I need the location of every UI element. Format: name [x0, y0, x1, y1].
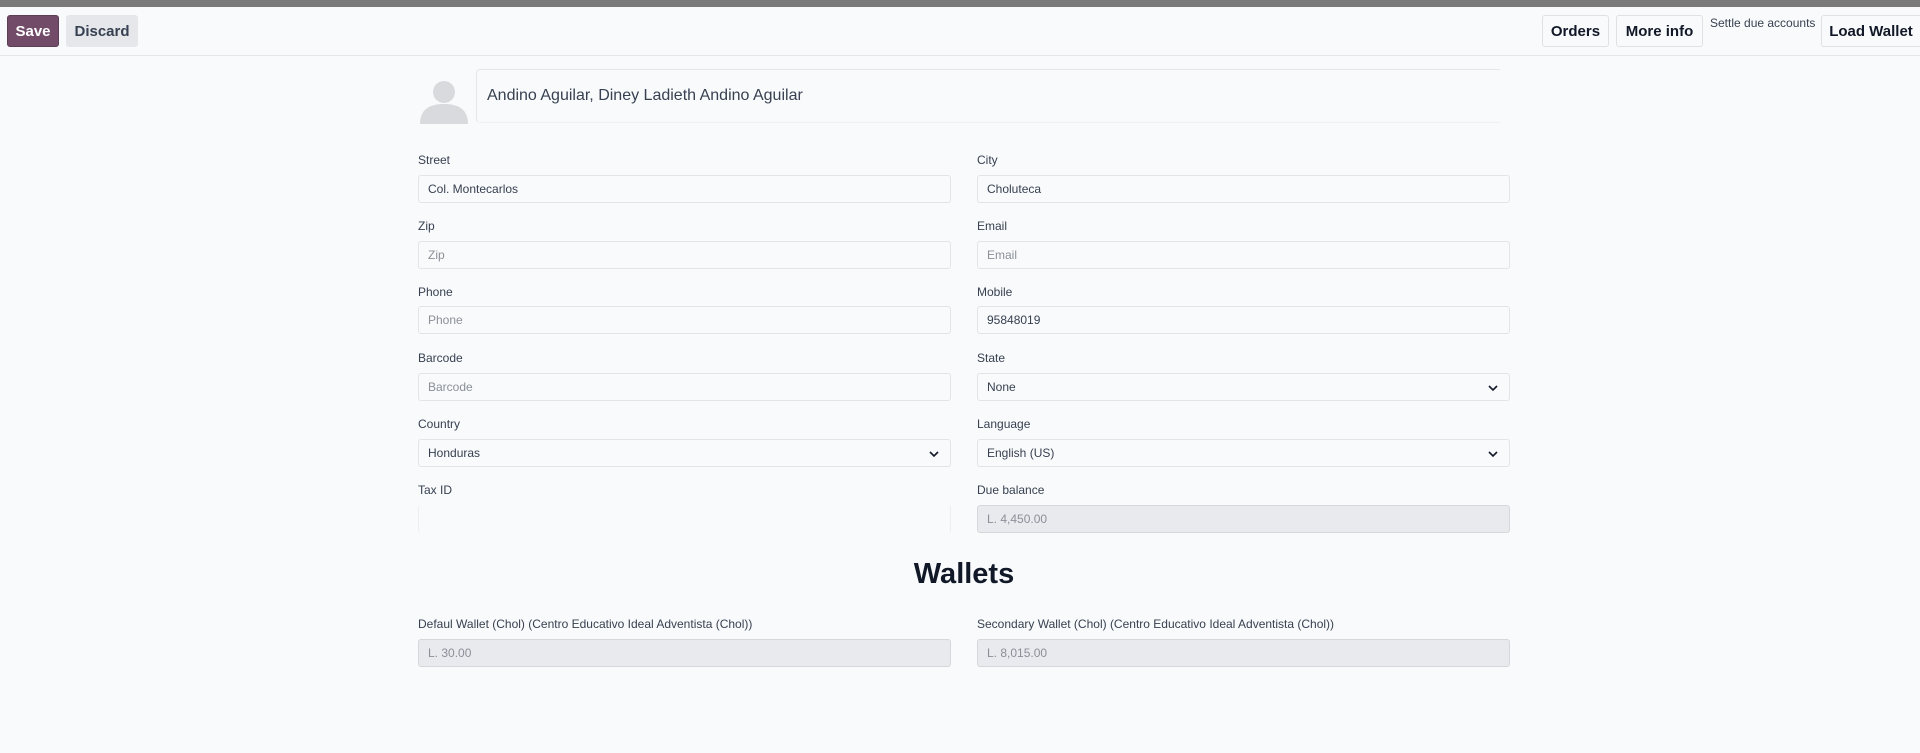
- zip-input[interactable]: Zip: [418, 241, 951, 269]
- chevron-down-icon: [929, 451, 939, 458]
- country-select[interactable]: Honduras: [418, 439, 951, 467]
- tax-id-input[interactable]: [418, 505, 951, 533]
- language-select[interactable]: English (US): [977, 439, 1510, 467]
- state-label: State: [977, 351, 1006, 365]
- state-select-value: None: [987, 380, 1016, 394]
- mobile-label: Mobile: [977, 285, 1013, 299]
- secondary-wallet-label: Secondary Wallet (Chol) (Centro Educativ…: [977, 617, 1335, 631]
- barcode-input[interactable]: Barcode: [418, 373, 951, 401]
- secondary-wallet-field: L. 8,015.00: [977, 639, 1510, 667]
- language-select-value: English (US): [987, 446, 1055, 460]
- chevron-down-icon: [1488, 385, 1498, 392]
- person-placeholder-icon[interactable]: [418, 76, 470, 124]
- toolbar: Save Discard Orders More info Settle due…: [0, 7, 1920, 56]
- due-balance-field: L. 4,450.00: [977, 505, 1510, 533]
- mobile-input[interactable]: 95848019: [977, 306, 1510, 334]
- zip-label: Zip: [418, 219, 435, 233]
- city-label: City: [977, 153, 998, 167]
- country-select-value: Honduras: [428, 446, 481, 460]
- load-wallet-button[interactable]: Load Wallet: [1821, 15, 1920, 47]
- email-input[interactable]: Email: [977, 241, 1510, 269]
- settle-due-accounts-button[interactable]: Settle due accounts: [1710, 16, 1815, 30]
- phone-label: Phone: [418, 285, 453, 299]
- due-balance-label: Due balance: [977, 483, 1045, 497]
- street-input[interactable]: Col. Montecarlos: [418, 175, 951, 203]
- language-label: Language: [977, 417, 1031, 431]
- orders-button[interactable]: Orders: [1542, 15, 1609, 47]
- phone-input[interactable]: Phone: [418, 306, 951, 334]
- street-label: Street: [418, 153, 451, 167]
- discard-button[interactable]: Discard: [66, 15, 138, 47]
- email-label: Email: [977, 219, 1008, 233]
- city-input[interactable]: Choluteca: [977, 175, 1510, 203]
- tax-id-label: Tax ID: [418, 483, 453, 497]
- chevron-down-icon: [1488, 451, 1498, 458]
- more-info-button[interactable]: More info: [1616, 15, 1703, 47]
- wallets-heading: Wallets: [913, 558, 1015, 590]
- country-label: Country: [418, 417, 461, 431]
- default-wallet-label: Defaul Wallet (Chol) (Centro Educativo I…: [418, 617, 753, 631]
- default-wallet-field: L. 30.00: [418, 639, 951, 667]
- partner-name-field[interactable]: Andino Aguilar, Diney Ladieth Andino Agu…: [476, 69, 1500, 123]
- state-select[interactable]: None: [977, 373, 1510, 401]
- window-top-strip: [0, 0, 1920, 7]
- barcode-label: Barcode: [418, 351, 463, 365]
- save-button[interactable]: Save: [7, 15, 59, 47]
